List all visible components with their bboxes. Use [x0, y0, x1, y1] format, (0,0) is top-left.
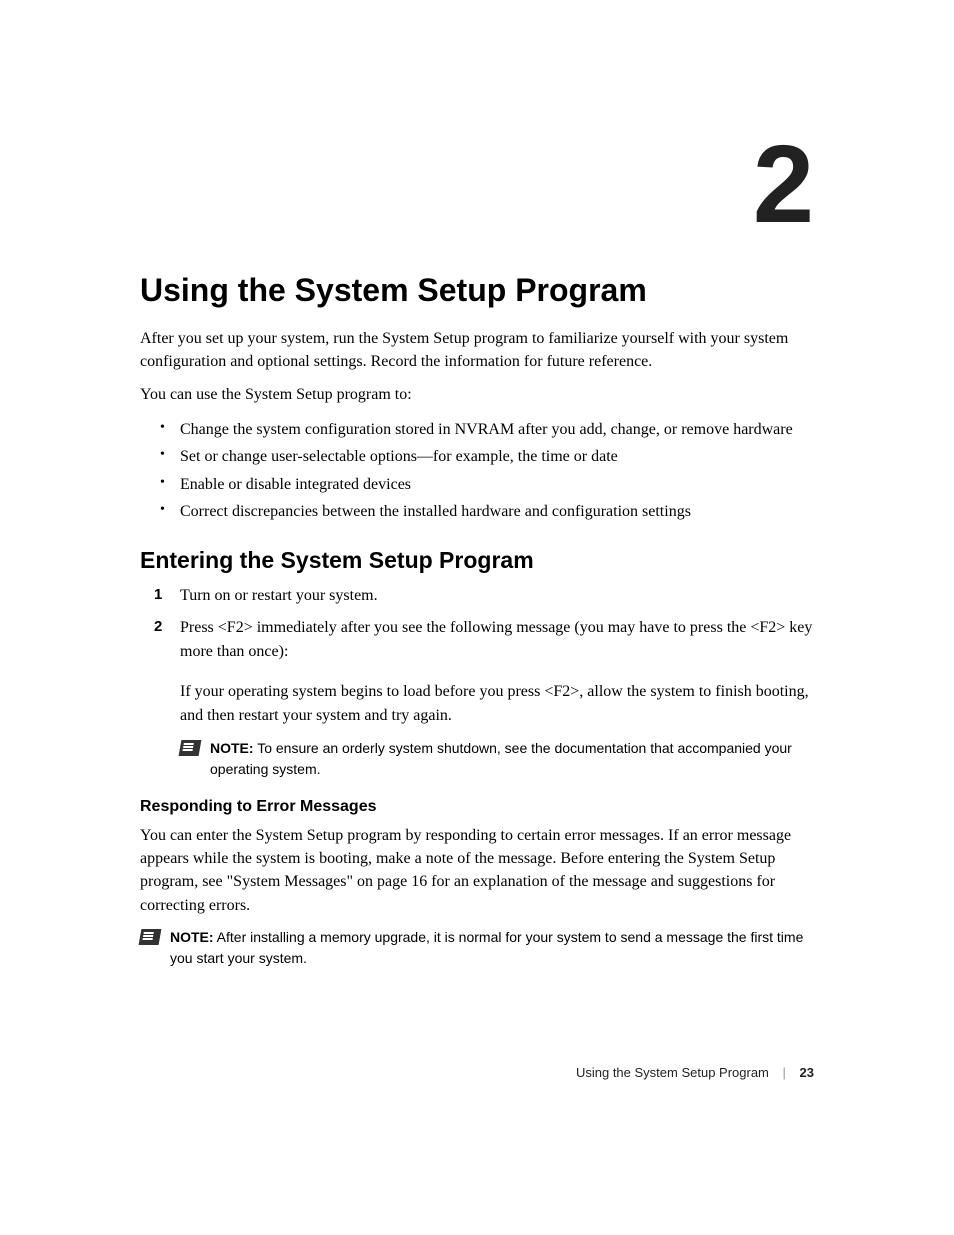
note-label: NOTE: [170, 929, 214, 945]
section-heading-entering: Entering the System Setup Program [140, 547, 818, 574]
note-body: To ensure an orderly system shutdown, se… [210, 740, 792, 777]
chapter-number: 2 [753, 130, 814, 240]
list-item: Set or change user-selectable options—fo… [180, 444, 818, 470]
note-text: NOTE: After installing a memory upgrade,… [170, 927, 818, 969]
note-icon [139, 929, 162, 945]
capability-list: Change the system configuration stored i… [140, 417, 818, 525]
footer-section-title: Using the System Setup Program [576, 1065, 769, 1080]
note-label: NOTE: [210, 740, 254, 756]
step-extra-paragraph: If your operating system begins to load … [180, 680, 818, 728]
note-body: After installing a memory upgrade, it is… [170, 929, 803, 966]
intro-paragraph-1: After you set up your system, run the Sy… [140, 327, 818, 373]
entering-steps: Turn on or restart your system. Press <F… [140, 584, 818, 780]
page: 2 Using the System Setup Program After y… [0, 0, 954, 1235]
list-item: Correct discrepancies between the instal… [180, 499, 818, 525]
step-item: Turn on or restart your system. [180, 584, 818, 608]
list-item: Change the system configuration stored i… [180, 417, 818, 443]
note-block: NOTE: After installing a memory upgrade,… [140, 927, 818, 969]
footer-page-number: 23 [800, 1065, 814, 1080]
note-icon [179, 740, 202, 756]
step-item: Press <F2> immediately after you see the… [180, 616, 818, 780]
page-footer: Using the System Setup Program | 23 [576, 1065, 814, 1080]
content-area: Using the System Setup Program After you… [140, 272, 818, 979]
footer-divider: | [783, 1065, 786, 1080]
subsection-heading-responding: Responding to Error Messages [140, 798, 818, 816]
list-item: Enable or disable integrated devices [180, 472, 818, 498]
step-text: Press <F2> immediately after you see the… [180, 619, 812, 660]
note-block: NOTE: To ensure an orderly system shutdo… [180, 738, 818, 780]
responding-paragraph: You can enter the System Setup program b… [140, 824, 818, 917]
intro-paragraph-2: You can use the System Setup program to: [140, 383, 818, 406]
chapter-title: Using the System Setup Program [140, 272, 818, 309]
note-text: NOTE: To ensure an orderly system shutdo… [210, 738, 818, 780]
